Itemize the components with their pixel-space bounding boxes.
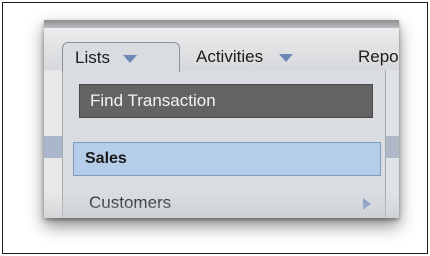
top-bar — [44, 20, 399, 28]
tab-activities[interactable]: Activities — [196, 42, 294, 72]
tab-lists[interactable]: Lists — [62, 42, 180, 72]
submenu-arrow-icon[interactable] — [363, 198, 371, 210]
dropdown-triangle-icon[interactable] — [279, 54, 294, 62]
sales-section-label: Sales — [85, 150, 127, 167]
tab-reports[interactable]: Repo — [358, 42, 399, 72]
find-transaction-label: Find Transaction — [90, 91, 216, 110]
tab-bar: Lists Activities Repo — [44, 28, 399, 72]
background-row-highlight — [44, 136, 62, 158]
sales-section-header[interactable]: Sales — [73, 142, 381, 176]
tab-lists-label: Lists — [75, 47, 110, 67]
dropdown-triangle-icon[interactable] — [122, 54, 137, 63]
background-row-highlight — [384, 136, 399, 158]
find-transaction-item[interactable]: Find Transaction — [79, 84, 373, 118]
tab-activities-label: Activities — [196, 47, 264, 66]
app-window: Lists Activities Repo Find Transaction S… — [44, 20, 399, 218]
menu-item-customers[interactable]: Customers — [89, 193, 171, 213]
screenshot-frame: Lists Activities Repo Find Transaction S… — [2, 2, 428, 254]
lists-dropdown-menu: Find Transaction Sales Customers — [62, 70, 386, 218]
tab-reports-label: Repo — [358, 47, 399, 66]
